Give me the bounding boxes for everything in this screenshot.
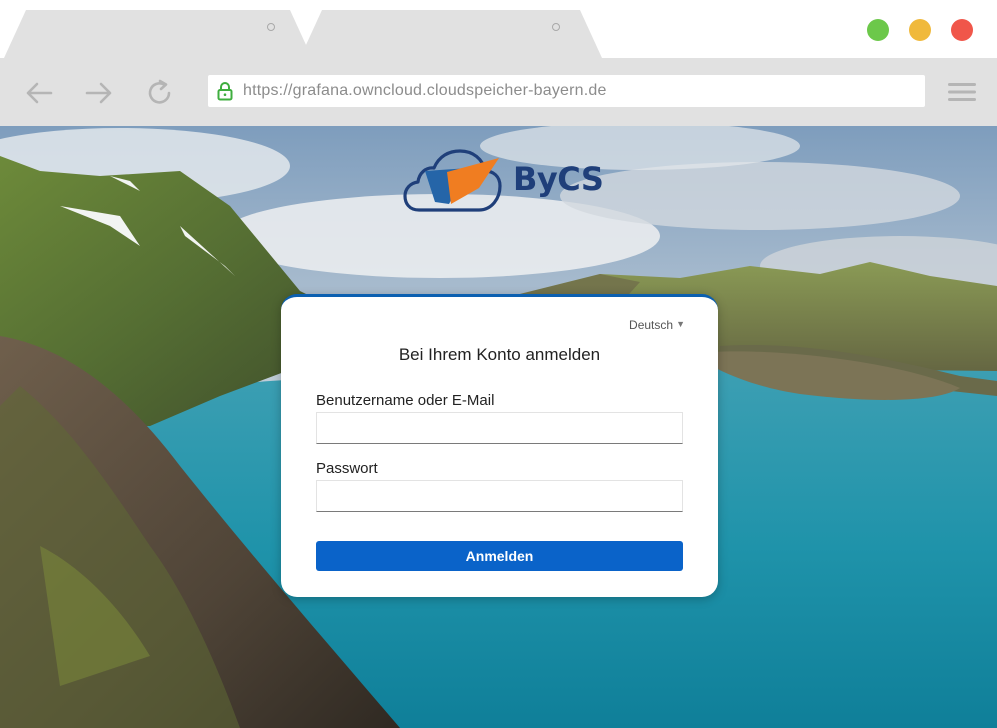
language-selector[interactable]: Deutsch ▼ [629, 318, 685, 332]
reload-icon[interactable] [145, 78, 175, 108]
browser-tab[interactable] [300, 10, 602, 58]
browser-tab[interactable] [4, 10, 312, 58]
browser-tab-strip [0, 0, 997, 58]
login-button[interactable]: Anmelden [316, 541, 683, 571]
url-text: https://grafana.owncloud.cloudspeicher-b… [243, 82, 607, 99]
logo-text: ByCS [513, 160, 604, 198]
window-maximize-button[interactable] [867, 19, 889, 41]
tab-close-icon[interactable] [267, 23, 275, 31]
cloud-logo-icon [403, 149, 502, 212]
window-close-button[interactable] [951, 19, 973, 41]
username-input[interactable] [316, 412, 683, 444]
page-viewport: ByCS Deutsch ▼ Bei Ihrem Konto anmelden B… [0, 126, 997, 728]
language-label: Deutsch [629, 318, 674, 332]
password-label: Passwort [316, 460, 378, 477]
arrow-left-icon[interactable] [24, 78, 54, 108]
hamburger-menu-icon[interactable] [948, 82, 976, 102]
address-bar[interactable]: https://grafana.owncloud.cloudspeicher-b… [208, 75, 925, 107]
login-title: Bei Ihrem Konto anmelden [398, 345, 601, 364]
arrow-right-icon[interactable] [84, 78, 114, 108]
bycs-logo: ByCS [403, 148, 604, 214]
tab-close-icon[interactable] [552, 23, 560, 31]
browser-toolbar: https://grafana.owncloud.cloudspeicher-b… [0, 58, 997, 126]
password-input[interactable] [316, 480, 683, 512]
lock-icon [217, 82, 233, 101]
window-minimize-button[interactable] [909, 19, 931, 41]
username-label: Benutzername oder E-Mail [316, 392, 495, 409]
login-card: Deutsch ▼ Bei Ihrem Konto anmelden Benutz… [281, 294, 718, 597]
chevron-down-icon: ▼ [676, 319, 685, 329]
